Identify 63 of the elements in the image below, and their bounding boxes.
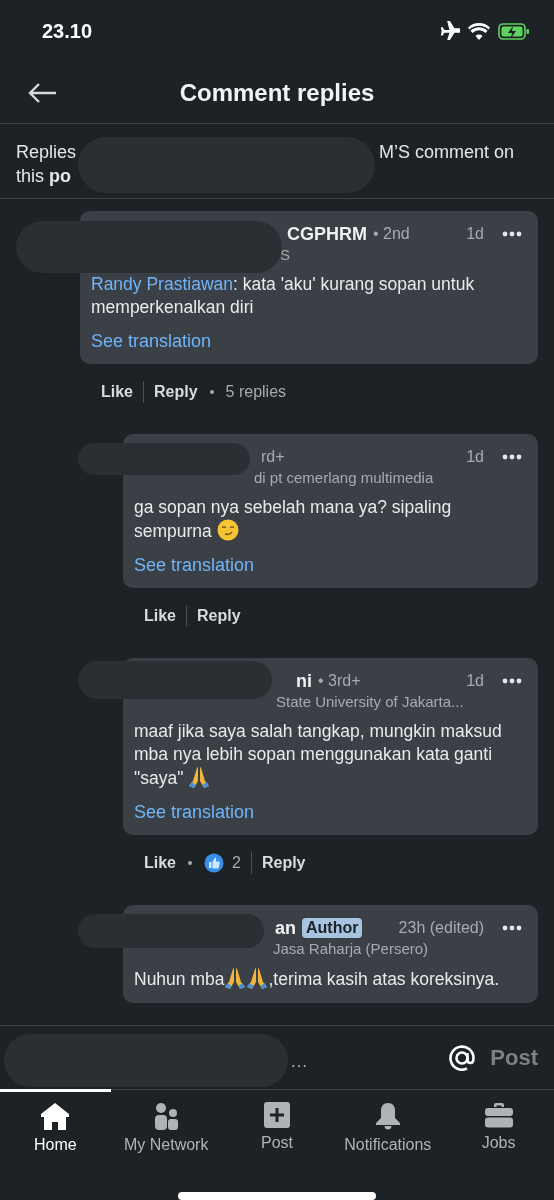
briefcase-icon xyxy=(483,1102,514,1128)
comment-text: Nuhun mba ,terima kasih atas koreksinya. xyxy=(134,967,500,991)
comment-time: 1d xyxy=(466,672,484,690)
comment-text: ga sopan nya sebelah mana ya? sipaling sempurna xyxy=(134,496,453,543)
nav-tab[interactable]: My Network xyxy=(110,1089,222,1170)
see-translation-link[interactable]: See translation xyxy=(91,331,212,352)
author-name[interactable]: ni xyxy=(296,670,312,692)
airplane-icon xyxy=(438,21,460,41)
reply-link[interactable]: Reply xyxy=(261,854,306,872)
comment-time: 23h (edited) xyxy=(398,919,484,937)
more-icon[interactable] xyxy=(502,678,522,684)
thumbs-up-icon xyxy=(204,853,224,873)
connection-degree: • 2nd xyxy=(373,225,410,243)
smirk-emoji-icon xyxy=(216,519,239,541)
home-icon xyxy=(40,1102,71,1130)
author-name[interactable]: CGPHRM xyxy=(287,223,367,245)
people-icon xyxy=(152,1102,181,1130)
reply-input-field[interactable]: … xyxy=(0,1026,435,1089)
reply-link[interactable]: Reply xyxy=(197,607,241,625)
connection-degree: • 3rd+ xyxy=(318,672,361,690)
praying-hands-icon xyxy=(246,967,269,989)
see-translation-link[interactable]: See translation xyxy=(134,555,255,576)
status-time: 23.10 xyxy=(42,19,93,43)
mention-link[interactable]: Randy Prastiawan xyxy=(91,274,234,294)
comment-text: Randy Prastiawan: kata 'aku' kurang sopan untuk memperkenalkan diri xyxy=(91,273,476,319)
connection-degree: rd+ xyxy=(261,448,285,466)
page-title: Comment replies xyxy=(179,78,375,107)
like-link[interactable]: Like xyxy=(144,607,176,625)
author-badge: Author xyxy=(302,918,363,938)
praying-hands-icon xyxy=(188,766,211,788)
context-text: Replies xyxy=(16,141,77,164)
reaction-count[interactable]: 2 xyxy=(232,854,241,872)
context-text: M’S comment on xyxy=(378,141,514,164)
replies-count[interactable]: 5 replies xyxy=(225,383,287,401)
wifi-icon xyxy=(468,22,490,40)
comment-text: maaf jika saya salah tangkap, mungkin maksud mba nya lebih sopan menggunakan kata ganti "saya" xyxy=(134,720,503,790)
author-headline: S xyxy=(280,246,290,263)
reply-link[interactable]: Reply xyxy=(154,383,198,401)
more-icon[interactable] xyxy=(502,925,522,931)
like-link[interactable]: Like xyxy=(144,854,176,872)
nav-tab[interactable]: Home xyxy=(0,1089,111,1170)
nav-tab[interactable]: Post xyxy=(221,1089,333,1170)
comment-time: 1d xyxy=(466,448,484,466)
back-arrow-icon[interactable] xyxy=(27,82,57,104)
plus-square-icon xyxy=(264,1102,290,1128)
context-text: this po xyxy=(16,165,71,188)
separator-dot xyxy=(188,861,192,865)
comment-time: 1d xyxy=(466,225,484,243)
author-headline: State University of Jakarta... xyxy=(276,693,464,710)
praying-hands-icon xyxy=(224,967,247,989)
nav-tab[interactable]: Jobs xyxy=(443,1089,554,1170)
like-link[interactable]: Like xyxy=(101,383,133,401)
more-icon[interactable] xyxy=(502,231,522,237)
battery-icon xyxy=(498,22,530,40)
author-headline: di pt cemerlang multimedia xyxy=(254,469,434,486)
bell-icon xyxy=(373,1102,402,1130)
more-icon[interactable] xyxy=(502,454,522,460)
author-headline: Jasa Raharja (Persero) xyxy=(273,940,429,957)
nav-tab[interactable]: Notifications xyxy=(332,1089,444,1170)
see-translation-link[interactable]: See translation xyxy=(134,802,255,823)
separator-dot xyxy=(209,390,214,394)
author-name[interactable]: an xyxy=(275,917,296,939)
mention-icon[interactable] xyxy=(448,1043,477,1072)
